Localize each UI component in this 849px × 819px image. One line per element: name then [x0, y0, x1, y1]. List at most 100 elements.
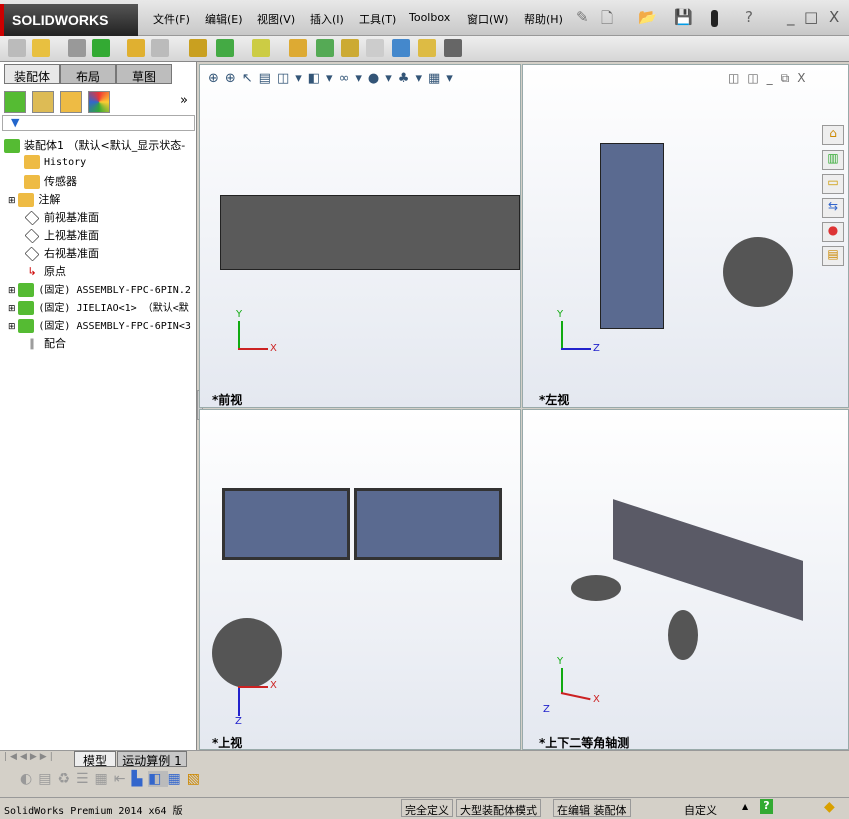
bill-of-materials-icon[interactable]: [316, 39, 334, 57]
viewport-left[interactable]: ◫◫_⧉X Y Z *左视: [522, 64, 849, 408]
linear-pattern-icon[interactable]: [92, 39, 110, 57]
heads-up-view-toolbar[interactable]: ⊕⊕↖▤◫▾◧▾∞▾●▾♣▾▦▾: [208, 71, 459, 86]
menu-tools[interactable]: 工具(T): [359, 11, 396, 27]
menu-help[interactable]: 帮助(H): [524, 11, 563, 27]
model-view-icon[interactable]: ◧: [148, 771, 168, 787]
feature-manager-tab-icon[interactable]: [4, 91, 26, 113]
clearance-verification-icon[interactable]: [418, 39, 436, 57]
task-pane-view-palette-icon[interactable]: ⇆: [822, 198, 844, 218]
annotation-icon: [18, 193, 35, 207]
property-manager-tab-icon[interactable]: [32, 91, 54, 113]
tree-item-front-plane[interactable]: 前视基准面: [24, 209, 99, 227]
tab-scroll-arrows[interactable]: |◀◀▶▶|: [4, 752, 70, 766]
instant3d-icon[interactable]: [444, 39, 462, 57]
mates-icon: ∥: [29, 337, 35, 350]
plane-icon: [24, 228, 40, 244]
move-component-icon[interactable]: [151, 39, 169, 57]
tree-item-component-3[interactable]: ⊞ (固定) ASSEMBLY-FPC-6PIN<3: [8, 317, 191, 335]
motion-manager-toolbar[interactable]: ◐▤♻☰▦⇤▙◧▦▧: [20, 768, 260, 794]
units-selector[interactable]: 自定义: [684, 802, 717, 818]
task-pane-design-library-icon[interactable]: ▥: [822, 150, 844, 170]
report-icon[interactable]: ▧: [187, 771, 206, 787]
tab-motion-study[interactable]: 运动算例 1: [117, 751, 187, 768]
task-pane-appearances-icon[interactable]: ●: [822, 222, 844, 242]
tree-item-sensors[interactable]: 传感器: [24, 173, 77, 191]
tab-layout[interactable]: 布局: [60, 64, 116, 84]
tree-item-root[interactable]: 装配体1 （默认<默认_显示状态-: [4, 137, 185, 155]
viewport-isometric[interactable]: Y X Z *上下二等角轴测: [522, 409, 849, 750]
task-pane-file-explorer-icon[interactable]: ▭: [822, 174, 844, 194]
cad-wheel: [723, 237, 793, 307]
tab-assembly[interactable]: 装配体: [4, 64, 60, 84]
menu-view[interactable]: 视图(V): [257, 11, 295, 27]
close-button[interactable]: X: [829, 8, 839, 26]
viewport-label: *上视: [212, 736, 243, 750]
new-document-icon[interactable]: 🗋: [601, 8, 613, 33]
reference-geometry-icon[interactable]: [252, 39, 270, 57]
table-icon[interactable]: ▦: [168, 771, 187, 787]
viewport-front[interactable]: ⊕⊕↖▤◫▾◧▾∞▾●▾♣▾▦▾ Y X *前视: [199, 64, 521, 408]
menu-toolbox[interactable]: Toolbox: [409, 11, 450, 24]
assembly-features-icon[interactable]: [216, 39, 234, 57]
solidworks-logo: SOLIDWORKS: [0, 4, 138, 36]
expand-icon[interactable]: ⊞: [8, 196, 18, 206]
expand-panel-icon[interactable]: »: [180, 93, 188, 108]
task-pane-custom-properties-icon[interactable]: ▤: [822, 246, 844, 266]
tab-sketch[interactable]: 草图: [116, 64, 172, 84]
smart-fasteners-icon[interactable]: [127, 39, 145, 57]
pin-icon[interactable]: ✎: [576, 8, 589, 26]
insert-component-icon[interactable]: [32, 39, 50, 57]
triad-z: Z: [593, 343, 600, 354]
rebuild-icon[interactable]: [711, 10, 718, 27]
menu-file[interactable]: 文件(F): [153, 11, 190, 27]
triad-y-axis: [238, 321, 240, 349]
help-icon[interactable]: ?: [745, 8, 753, 26]
status-editing: 在编辑 装配体: [553, 799, 631, 817]
tree-item-origin[interactable]: ↳ 原点: [24, 263, 66, 281]
viewport-window-controls[interactable]: ◫◫_⧉X: [728, 71, 813, 86]
tree-item-history[interactable]: History: [24, 155, 86, 173]
task-pane-home-icon[interactable]: ⌂: [822, 125, 844, 145]
edit-component-icon[interactable]: [8, 39, 26, 57]
tree-item-annotations[interactable]: ⊞ 注解: [8, 191, 60, 209]
show-hidden-icon[interactable]: [189, 39, 207, 57]
display-manager-tab-icon[interactable]: [88, 91, 110, 113]
expand-icon[interactable]: ⊞: [8, 286, 18, 296]
cad-model-isometric: [613, 499, 803, 621]
triad-x-axis: [560, 692, 591, 701]
triad-z-axis: [561, 348, 591, 350]
quick-tips-icon[interactable]: ?: [760, 799, 773, 814]
tab-model[interactable]: 模型: [74, 751, 116, 768]
menu-edit[interactable]: 编辑(E): [205, 11, 243, 27]
interference-detection-icon[interactable]: [392, 39, 410, 57]
expand-icon[interactable]: ⊞: [8, 304, 18, 314]
viewport-label: *前视: [212, 393, 243, 407]
status-large-assembly-mode: 大型装配体模式: [456, 799, 541, 817]
save-icon[interactable]: 💾: [674, 8, 693, 26]
new-motion-study-icon[interactable]: [289, 39, 307, 57]
tree-item-component-1[interactable]: ⊞ (固定) ASSEMBLY-FPC-6PIN.2: [8, 281, 191, 299]
tree-item-mates[interactable]: ∥ 配合: [24, 335, 66, 353]
units-dropdown-icon[interactable]: ▲: [742, 802, 748, 811]
viewport-top[interactable]: X Z *上视: [199, 409, 521, 750]
mate-icon[interactable]: [68, 39, 86, 57]
configuration-manager-tab-icon[interactable]: [60, 91, 82, 113]
tag-icon[interactable]: ◆: [824, 799, 835, 815]
menu-window[interactable]: 窗口(W): [467, 11, 508, 27]
tree-item-top-plane[interactable]: 上视基准面: [24, 227, 99, 245]
open-icon[interactable]: 📂: [638, 8, 657, 26]
cad-wheel: [571, 575, 621, 601]
cad-model-left: [600, 143, 664, 329]
tree-item-right-plane[interactable]: 右视基准面: [24, 245, 99, 263]
restore-button[interactable]: □: [804, 8, 818, 26]
assembly-icon: [4, 139, 20, 153]
tree-item-component-2[interactable]: ⊞ (固定) JIELIAO<1> （默认<默: [8, 299, 189, 317]
menu-insert[interactable]: 插入(I): [310, 11, 344, 27]
explode-line-sketch-icon[interactable]: [366, 39, 384, 57]
minimize-button[interactable]: _: [787, 8, 795, 26]
filter-icon[interactable]: ▼: [2, 115, 195, 131]
chart-icon[interactable]: ▙: [132, 771, 149, 787]
expand-icon[interactable]: ⊞: [8, 322, 18, 332]
exploded-view-icon[interactable]: [341, 39, 359, 57]
triad-x: X: [593, 694, 600, 705]
